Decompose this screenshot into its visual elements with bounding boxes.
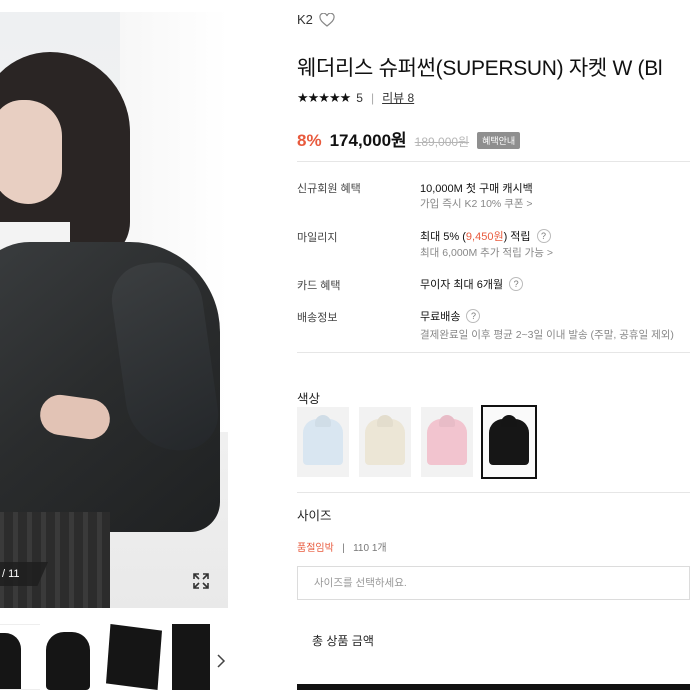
jacket-thumbnail — [489, 419, 529, 465]
shipping-label: 배송정보 — [297, 312, 338, 324]
shipping-main: 무료배송 ? — [420, 308, 481, 324]
thumbnail[interactable] — [40, 624, 96, 690]
sale-price: 174,000원 — [329, 131, 407, 150]
low-stock-tag: 품절임박 — [297, 543, 334, 554]
benefit-info-button[interactable]: 혜택안내 — [477, 132, 521, 149]
help-icon[interactable]: ? — [466, 309, 481, 323]
rating-value: 5 — [356, 90, 363, 105]
rating-row: ★★★★★ 5 | 리뷰 8 — [297, 89, 414, 106]
jacket-thumbnail — [365, 419, 405, 465]
size-select[interactable]: 사이즈를 선택하세요. — [297, 566, 690, 600]
expand-icon[interactable] — [192, 572, 210, 590]
color-swatch-beige[interactable] — [359, 407, 411, 477]
jacket-thumbnail — [303, 419, 343, 465]
model-skirt — [0, 512, 110, 608]
brand-row: K2 — [297, 12, 335, 27]
divider: | — [370, 90, 375, 105]
thumbnail[interactable] — [170, 624, 210, 690]
jacket-thumbnail — [427, 419, 467, 465]
color-swatch-light-blue[interactable] — [297, 407, 349, 477]
thumbnail[interactable] — [106, 624, 162, 690]
low-stock-item: 110 1개 — [353, 543, 387, 554]
color-swatch-pink[interactable] — [421, 407, 473, 477]
card-benefit-label: 카드 혜택 — [297, 280, 341, 292]
divider — [297, 161, 690, 162]
heart-icon[interactable] — [319, 12, 335, 27]
size-label: 사이즈 — [297, 509, 332, 523]
chevron-right-icon[interactable] — [216, 654, 226, 673]
thumbnail[interactable] — [0, 624, 42, 690]
price-row: 8% 174,000원 189,000원 혜택안내 — [297, 126, 521, 151]
card-benefit-main: 무이자 최대 6개월 ? — [420, 276, 524, 292]
original-price: 189,000원 — [414, 135, 470, 149]
divider: | — [336, 543, 351, 554]
thumbnail-strip — [0, 624, 240, 690]
color-swatch-black[interactable] — [481, 405, 537, 479]
divider — [297, 492, 690, 493]
model-face — [0, 100, 62, 204]
help-icon[interactable]: ? — [536, 229, 551, 243]
rating-stars: ★★★★★ — [297, 89, 351, 105]
mileage-main: 최대 5% (9,450원) 적립 ? — [420, 228, 551, 244]
new-member-coupon-link[interactable]: 가입 즉시 K2 10% 쿠폰 > — [420, 196, 533, 211]
new-member-main: 10,000M 첫 구매 캐시백 — [420, 183, 533, 195]
product-main-image[interactable]: / 11 — [0, 12, 228, 608]
discount-rate: 8% — [297, 131, 322, 150]
divider — [297, 352, 690, 353]
review-link[interactable]: 리뷰 8 — [382, 89, 414, 106]
mileage-extra-link[interactable]: 최대 6,000M 추가 적립 가능 > — [420, 245, 553, 260]
shipping-detail: 결제완료일 이후 평균 2~3일 이내 발송 (주말, 공휴일 제외) — [420, 329, 674, 341]
mileage-amount: 9,450원 — [465, 231, 504, 243]
color-label: 색상 — [297, 392, 321, 406]
product-title: 웨더리스 슈퍼썬(SUPERSUN) 자켓 W (Bl — [297, 57, 663, 80]
new-member-label: 신규회원 혜택 — [297, 183, 361, 195]
total-price-label: 총 상품 금액 — [312, 634, 374, 648]
help-icon[interactable]: ? — [509, 277, 524, 291]
stock-status: 품절임박 | 110 1개 — [297, 539, 387, 554]
mileage-label: 마일리지 — [297, 232, 338, 244]
brand-name[interactable]: K2 — [297, 12, 313, 27]
purchase-bar[interactable] — [297, 684, 690, 690]
